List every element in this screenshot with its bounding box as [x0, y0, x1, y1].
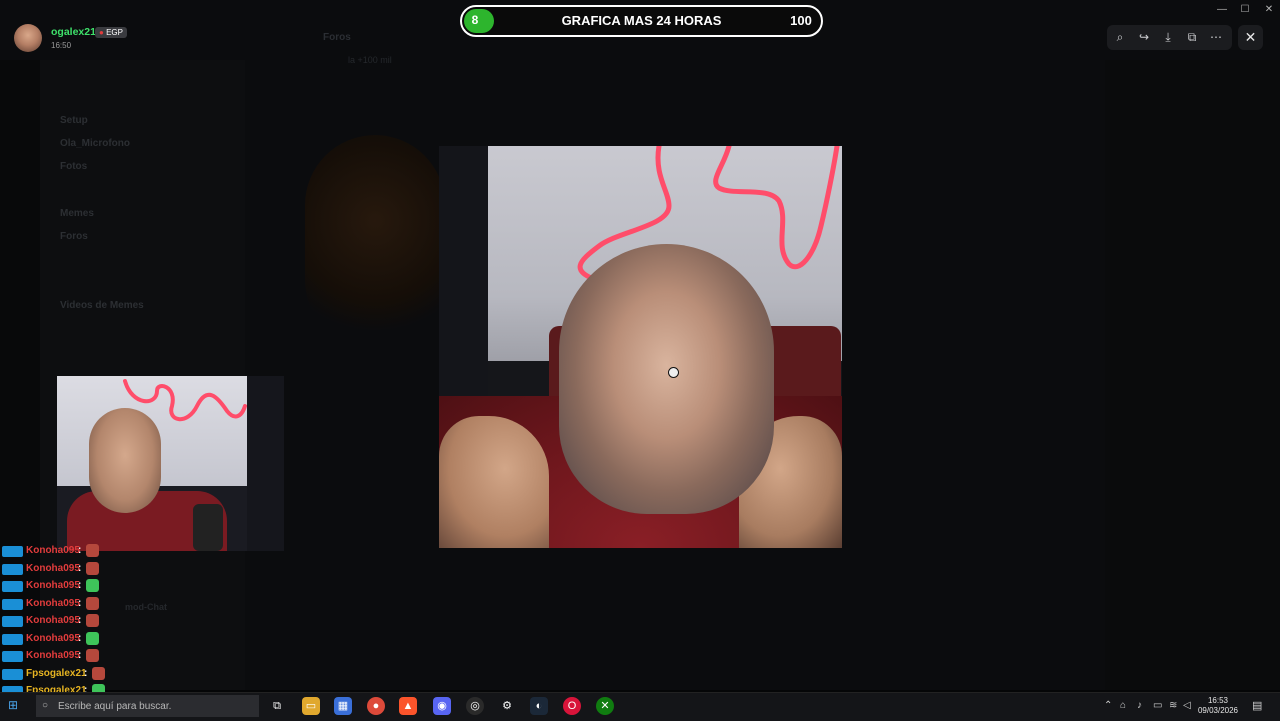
tray-mic-icon[interactable]: ♪ [1137, 700, 1142, 711]
chat-emote-icon [86, 631, 99, 645]
xbox-icon[interactable]: ✕ [596, 697, 614, 715]
chat-separator: : [78, 615, 82, 626]
chat-badge-icon [2, 598, 23, 610]
chat-separator: : [78, 632, 82, 644]
channel-item-mod: mod-Chat [125, 602, 167, 612]
chat-badge-icon [2, 581, 23, 592]
steam-icon[interactable]: ◐ [530, 697, 548, 715]
channel-item: Setup [60, 115, 88, 126]
chat-username: Fpsogalex21 [26, 667, 87, 679]
open-external-icon[interactable]: ⧉ [1183, 28, 1201, 46]
chat-username: Konoha095 [26, 562, 80, 574]
webcam-side [247, 376, 284, 551]
tray-wifi-icon[interactable]: ≋ [1169, 700, 1177, 711]
webcam-overlay [57, 376, 284, 551]
more-icon[interactable]: ⋯ [1207, 28, 1225, 46]
microphone-icon [193, 504, 223, 551]
minimize-icon[interactable]: — [1215, 4, 1229, 15]
chat-emote-icon [92, 666, 105, 680]
settings-icon[interactable]: ⚙ [498, 697, 516, 715]
window-close-icon[interactable]: ✕ [1262, 4, 1276, 15]
zoom-cursor-icon [668, 367, 679, 378]
windows-start-icon[interactable]: ⊞ [8, 698, 18, 712]
tray-network-icon[interactable]: ⌂ [1120, 700, 1126, 711]
forum-hint: la +100 mil [348, 55, 392, 65]
taskbar-clock[interactable]: 16:53 09/03/2026 [1190, 696, 1246, 716]
task-view-icon[interactable]: ⧉ [268, 697, 286, 715]
download-icon[interactable]: ⤓ [1159, 28, 1177, 46]
webcam-head [89, 408, 161, 513]
chat-separator: : [78, 650, 82, 661]
tray-chevron-icon[interactable]: ⌃ [1104, 700, 1112, 711]
share-icon[interactable]: ↪ [1135, 28, 1153, 46]
tray-display-icon[interactable]: ▭ [1153, 700, 1162, 711]
channel-item: Fotos [60, 161, 88, 172]
chat-username: Konoha095 [26, 597, 80, 609]
store-icon[interactable]: ▦ [334, 697, 352, 715]
goal-target-value: 100 [790, 13, 812, 28]
obs-icon[interactable]: ◎ [466, 697, 484, 715]
main-image[interactable] [439, 146, 842, 548]
chat-badge-icon [2, 651, 23, 662]
badge-label: EGP [106, 28, 123, 37]
chat-emote-icon [86, 579, 99, 592]
uploader-name[interactable]: ogalex21 [51, 26, 96, 38]
opera-icon[interactable]: O [563, 697, 581, 715]
search-input[interactable]: Escribe aquí para buscar. [58, 701, 171, 712]
forum-tab: Foros [323, 32, 351, 43]
chat-separator: : [84, 667, 88, 679]
chat-badge-icon [2, 633, 23, 645]
channel-item: Foros [60, 231, 88, 242]
notifications-icon[interactable]: ▤ [1252, 699, 1262, 712]
chrome-icon[interactable]: ● [367, 697, 385, 715]
badge-icon: ● [99, 28, 107, 37]
chat-separator: : [78, 580, 82, 591]
zoom-icon[interactable]: ⌕ [1111, 28, 1129, 46]
member-list [1105, 60, 1280, 690]
upload-time: 16:50 [51, 41, 72, 50]
chat-badge-icon [2, 563, 23, 575]
server-logo [305, 135, 445, 350]
chat-emote-icon [86, 561, 99, 575]
chat-emote-icon [86, 596, 99, 610]
chat-username: Konoha095 [26, 615, 80, 626]
channel-item: Memes [60, 208, 94, 219]
chat-username: Konoha095 [26, 580, 80, 591]
goal-current-value: 8 [471, 13, 479, 27]
chat-emote-icon [86, 614, 99, 627]
search-icon: ○ [42, 700, 49, 711]
chat-separator: : [78, 597, 82, 609]
chat-separator: : [78, 562, 82, 574]
clock-date: 09/03/2026 [1197, 706, 1239, 715]
chat-badge-icon [2, 616, 23, 627]
discord-icon[interactable]: ◉ [433, 697, 451, 715]
chat-username: Konoha095 [26, 545, 80, 556]
channel-item: Videos de Memes [60, 300, 144, 311]
photo-shoulder-left [439, 416, 549, 548]
chat-emote-icon [86, 544, 99, 557]
clock-time: 16:53 [1207, 696, 1229, 705]
user-badge: ● EGP [95, 27, 127, 38]
goal-title: GRAFICA MAS 24 HORAS [561, 13, 722, 28]
avatar[interactable] [14, 24, 42, 52]
chat-badge-icon [2, 546, 23, 557]
photo-head [559, 244, 774, 514]
maximize-icon[interactable]: ☐ [1238, 4, 1252, 15]
chat-badge-icon [2, 668, 23, 680]
chat-username: Konoha095 [26, 632, 80, 644]
channel-item: Ola_Microfono [60, 138, 131, 149]
brave-icon[interactable]: ▲ [399, 697, 417, 715]
chat-separator: : [78, 545, 82, 556]
close-icon[interactable]: ✕ [1238, 25, 1263, 50]
chat-emote-icon [86, 649, 99, 662]
chat-username: Konoha095 [26, 650, 80, 661]
file-explorer-icon[interactable]: ▭ [302, 697, 320, 715]
